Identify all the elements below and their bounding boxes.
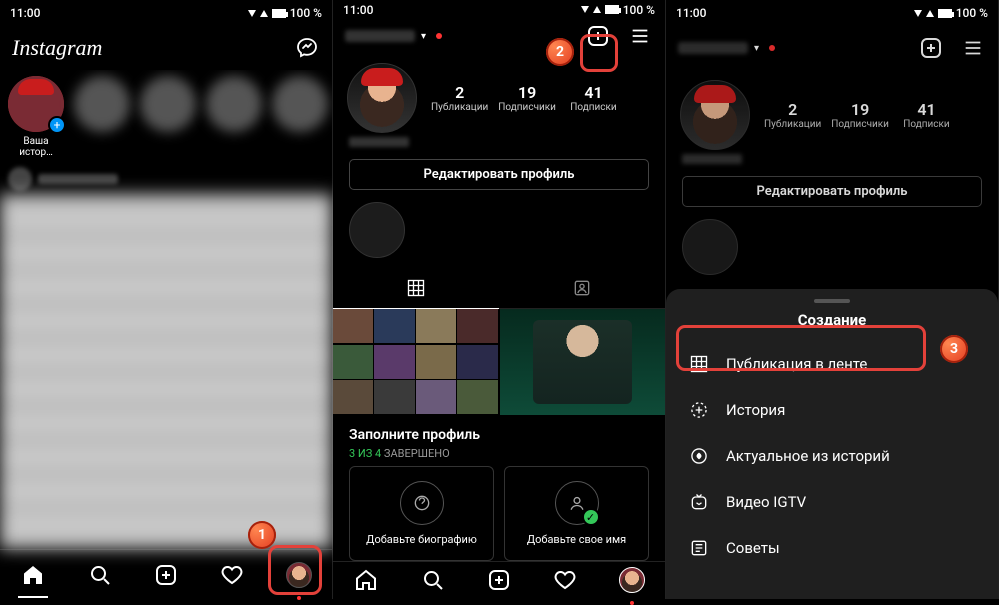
screenshot-2: 11:00 100 % ▾ 2Публикации 19Подписчики 4…	[333, 0, 666, 599]
home-header: Instagram	[0, 26, 332, 70]
feed-blurred	[0, 164, 332, 549]
nav-profile-avatar[interactable]	[617, 565, 647, 595]
highlight-icon	[688, 445, 710, 467]
posts-grid[interactable]	[333, 309, 665, 415]
your-story-label: Ваша истор…	[8, 136, 64, 158]
status-battery: 100 %	[290, 6, 322, 20]
bio-icon	[400, 481, 444, 525]
complete-profile-title: Заполните профиль	[349, 427, 649, 443]
username-dropdown[interactable]: ▾	[678, 42, 775, 54]
status-right: 100 %	[248, 6, 322, 20]
your-story[interactable]: + Ваша истор…	[8, 76, 64, 158]
bottom-nav	[333, 561, 665, 599]
tab-tagged[interactable]	[499, 268, 665, 309]
story-icon	[688, 399, 710, 421]
menu-icon[interactable]	[627, 23, 653, 49]
stat-following[interactable]: 41Подписки	[899, 100, 954, 130]
stat-followers[interactable]: 19Подписчики	[498, 83, 556, 113]
menu-icon[interactable]	[960, 35, 986, 61]
sheet-item-igtv[interactable]: Видео IGTV	[666, 479, 998, 525]
guide-icon	[688, 537, 710, 559]
status-bar: 11:00 100 %	[0, 0, 332, 26]
check-icon: ✓	[582, 508, 600, 526]
add-highlight[interactable]	[349, 202, 405, 258]
highlights-row[interactable]	[333, 198, 665, 268]
nav-home-icon[interactable]	[18, 560, 48, 590]
profile-header: ▾	[333, 20, 665, 53]
callout-3-badge: 3	[940, 335, 968, 363]
nav-create-icon[interactable]	[484, 565, 514, 595]
create-icon[interactable]	[585, 23, 611, 49]
edit-profile-button[interactable]: Редактировать профиль	[682, 176, 982, 207]
username-dropdown[interactable]: ▾	[345, 30, 442, 42]
tab-grid[interactable]	[333, 268, 499, 309]
screenshot-3: 11:00 100 % ▾ 2Публикации 19Подписчики 4…	[666, 0, 999, 599]
profile-name	[333, 137, 665, 147]
nav-activity-icon[interactable]	[217, 560, 247, 590]
name-icon: ✓	[555, 481, 599, 525]
profile-header: ▾	[666, 26, 998, 70]
stat-followers[interactable]: 19Подписчики	[831, 100, 889, 130]
igtv-icon	[688, 491, 710, 513]
card-add-bio[interactable]: Добавьте биографию	[349, 466, 494, 561]
sheet-title: Создание	[666, 311, 998, 329]
callout-2-badge: 2	[546, 38, 574, 66]
messenger-icon[interactable]	[294, 35, 320, 61]
stat-posts[interactable]: 2Публикации	[431, 83, 488, 113]
card-add-name[interactable]: ✓ Добавьте свое имя	[504, 466, 649, 561]
add-story-plus-icon[interactable]: +	[48, 116, 66, 134]
callout-1-badge: 1	[248, 521, 276, 549]
status-time: 11:00	[676, 6, 706, 20]
profile-stats-row: 2Публикации 19Подписчики 41Подписки	[333, 53, 665, 137]
status-bar: 11:00 100 %	[666, 0, 998, 26]
nav-create-icon[interactable]	[151, 560, 181, 590]
screenshot-1: 11:00 100 % Instagram + Ваша истор…	[0, 0, 333, 599]
stories-row[interactable]: + Ваша истор…	[0, 70, 332, 164]
sheet-item-story[interactable]: История	[666, 387, 998, 433]
complete-profile-section: Заполните профиль 3 ИЗ 4 ЗАВЕРШЕНО	[333, 415, 665, 466]
nav-activity-icon[interactable]	[550, 565, 580, 595]
chevron-down-icon: ▾	[421, 31, 426, 42]
status-time: 11:00	[10, 6, 40, 20]
status-time: 11:00	[343, 3, 373, 17]
nav-search-icon[interactable]	[85, 560, 115, 590]
stat-following[interactable]: 41Подписки	[566, 83, 621, 113]
sheet-item-guide[interactable]: Советы	[666, 525, 998, 571]
edit-profile-button[interactable]: Редактировать профиль	[349, 159, 649, 190]
nav-home-icon[interactable]	[351, 565, 381, 595]
profile-picture[interactable]	[347, 63, 417, 133]
status-bar: 11:00 100 %	[333, 0, 665, 20]
grid-icon	[688, 353, 710, 375]
profile-tabs	[333, 268, 665, 309]
nav-profile-avatar[interactable]	[284, 560, 314, 590]
create-icon[interactable]	[918, 35, 944, 61]
instagram-logo: Instagram	[12, 35, 102, 61]
nav-search-icon[interactable]	[418, 565, 448, 595]
stat-posts[interactable]: 2Публикации	[764, 100, 821, 130]
bottom-nav	[0, 549, 332, 599]
profile-picture[interactable]	[680, 80, 750, 150]
sheet-item-highlight[interactable]: Актуальное из историй	[666, 433, 998, 479]
